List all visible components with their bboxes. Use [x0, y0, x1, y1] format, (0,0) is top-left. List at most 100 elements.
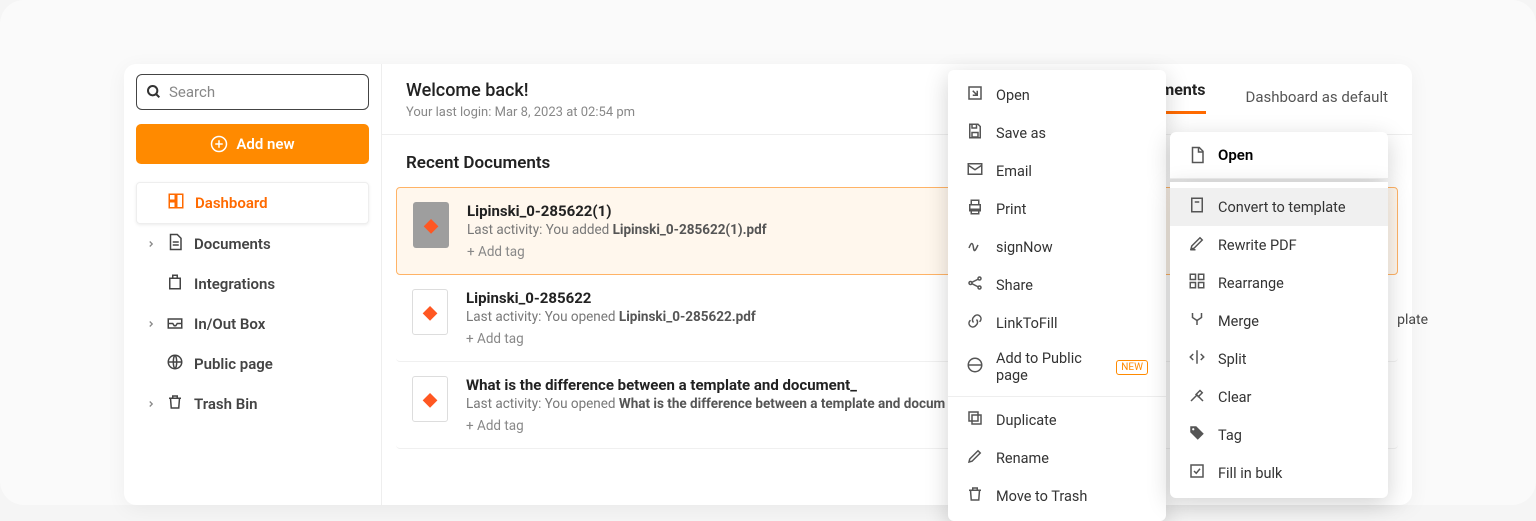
menu-label: Split [1218, 351, 1247, 368]
menu-label: Rearrange [1218, 275, 1284, 292]
sidebar-item-integrations[interactable]: Integrations [136, 264, 369, 304]
sidebar-item-in-out-box[interactable]: In/Out Box [136, 304, 369, 344]
menu-icon [966, 409, 984, 431]
menu-item-add-to-public-page[interactable]: Add to Public page NEW [948, 342, 1166, 392]
new-badge: NEW [1116, 360, 1148, 375]
menu-item-merge[interactable]: Merge [1170, 302, 1388, 340]
menu-icon [966, 236, 984, 258]
menu-icon [966, 485, 984, 507]
nav-icon [166, 233, 184, 255]
menu-label: Convert to template [1218, 199, 1346, 216]
submenu-header-label: Open [1218, 146, 1253, 164]
nav-icon [166, 273, 184, 295]
sidebar-item-documents[interactable]: Documents [136, 224, 369, 264]
menu-item-rewrite-pdf[interactable]: Rewrite PDF [1170, 226, 1388, 264]
menu-item-move-to-trash[interactable]: Move to Trash [948, 477, 1166, 515]
menu-icon [1188, 234, 1206, 256]
document-thumbnail: ◆ [412, 289, 448, 335]
plus-circle-icon [210, 135, 228, 153]
menu-separator [948, 396, 1166, 397]
menu-item-fill-in-bulk[interactable]: Fill in bulk [1170, 454, 1388, 492]
nav-label: In/Out Box [194, 315, 265, 333]
menu-label: Move to Trash [996, 488, 1087, 505]
menu-label: Rename [996, 450, 1049, 467]
submenu-header[interactable]: Open [1170, 132, 1388, 179]
submenu[interactable]: Convert to template Rewrite PDF Rearrange M… [1170, 182, 1388, 498]
sidebar-item-trash-bin[interactable]: Trash Bin [136, 384, 369, 424]
nav-label: Public page [194, 355, 273, 373]
menu-label: signNow [996, 239, 1053, 256]
document-thumbnail: ◆ [413, 202, 449, 248]
pdf-icon: ◆ [423, 302, 437, 323]
obscured-text: plate [1397, 312, 1428, 328]
search-icon [146, 84, 162, 100]
welcome-text: Welcome back! [406, 80, 635, 101]
nav-label: Integrations [194, 275, 275, 293]
sidebar-item-public-page[interactable]: Public page [136, 344, 369, 384]
menu-icon [966, 122, 984, 144]
menu-item-print[interactable]: Print [948, 190, 1166, 228]
menu-icon [966, 356, 984, 378]
menu-label: Fill in bulk [1218, 465, 1282, 482]
menu-label: Print [996, 201, 1026, 218]
sidebar: Add new Dashboard Documents Integrations In… [124, 64, 382, 505]
menu-icon [1188, 462, 1206, 484]
document-icon [1188, 146, 1206, 164]
menu-item-open[interactable]: Open [948, 76, 1166, 114]
nav-icon [167, 192, 185, 214]
nav-label: Trash Bin [194, 395, 258, 413]
menu-icon [966, 312, 984, 334]
menu-item-signnow[interactable]: signNow [948, 228, 1166, 266]
menu-label: Add to Public page [996, 350, 1104, 384]
menu-label: Tag [1218, 427, 1242, 444]
menu-icon [1188, 196, 1206, 218]
nav-label: Documents [194, 235, 271, 253]
nav-icon [166, 393, 184, 415]
menu-item-linktofill[interactable]: LinkToFill [948, 304, 1166, 342]
nav-label: Dashboard [195, 194, 268, 212]
sidebar-item-dashboard[interactable]: Dashboard [136, 182, 369, 224]
menu-label: Open [996, 87, 1030, 104]
menu-icon [966, 84, 984, 106]
nav-icon [166, 313, 184, 335]
menu-label: Email [996, 163, 1032, 180]
menu-label: Duplicate [996, 412, 1057, 429]
header: Welcome back! Your last login: Mar 8, 20… [382, 64, 1412, 135]
pdf-icon: ◆ [424, 215, 438, 236]
chevron-right-icon [146, 315, 156, 333]
context-menu[interactable]: Open Save as Email Print signNow Share LinkToF… [948, 70, 1166, 521]
menu-label: LinkToFill [996, 315, 1058, 332]
menu-icon [1188, 386, 1206, 408]
add-tag-button[interactable]: + Add tag [467, 244, 525, 260]
menu-icon [966, 274, 984, 296]
add-tag-button[interactable]: + Add tag [466, 331, 524, 347]
menu-icon [966, 198, 984, 220]
pdf-icon: ◆ [423, 389, 437, 410]
search-container [136, 74, 369, 110]
document-thumbnail: ◆ [412, 376, 448, 422]
add-new-button[interactable]: Add new [136, 124, 369, 164]
menu-item-save-as[interactable]: Save as [948, 114, 1166, 152]
menu-item-duplicate[interactable]: Duplicate [948, 401, 1166, 439]
menu-icon [1188, 424, 1206, 446]
menu-item-convert-to-template[interactable]: Convert to template [1170, 188, 1388, 226]
last-login-text: Your last login: Mar 8, 2023 at 02:54 pm [406, 105, 635, 120]
menu-item-rename[interactable]: Rename [948, 439, 1166, 477]
menu-label: Clear [1218, 389, 1251, 406]
menu-icon [1188, 348, 1206, 370]
menu-label: Save as [996, 125, 1046, 142]
dashboard-default-link[interactable]: Dashboard as default [1246, 88, 1389, 106]
menu-item-email[interactable]: Email [948, 152, 1166, 190]
menu-icon [966, 160, 984, 182]
nav-icon [166, 353, 184, 375]
menu-label: Merge [1218, 313, 1259, 330]
add-tag-button[interactable]: + Add tag [466, 418, 524, 434]
chevron-right-icon [146, 395, 156, 413]
menu-label: Rewrite PDF [1218, 237, 1297, 254]
menu-item-tag[interactable]: Tag [1170, 416, 1388, 454]
menu-item-share[interactable]: Share [948, 266, 1166, 304]
menu-item-split[interactable]: Split [1170, 340, 1388, 378]
search-input[interactable] [136, 74, 369, 110]
menu-item-clear[interactable]: Clear [1170, 378, 1388, 416]
menu-item-rearrange[interactable]: Rearrange [1170, 264, 1388, 302]
